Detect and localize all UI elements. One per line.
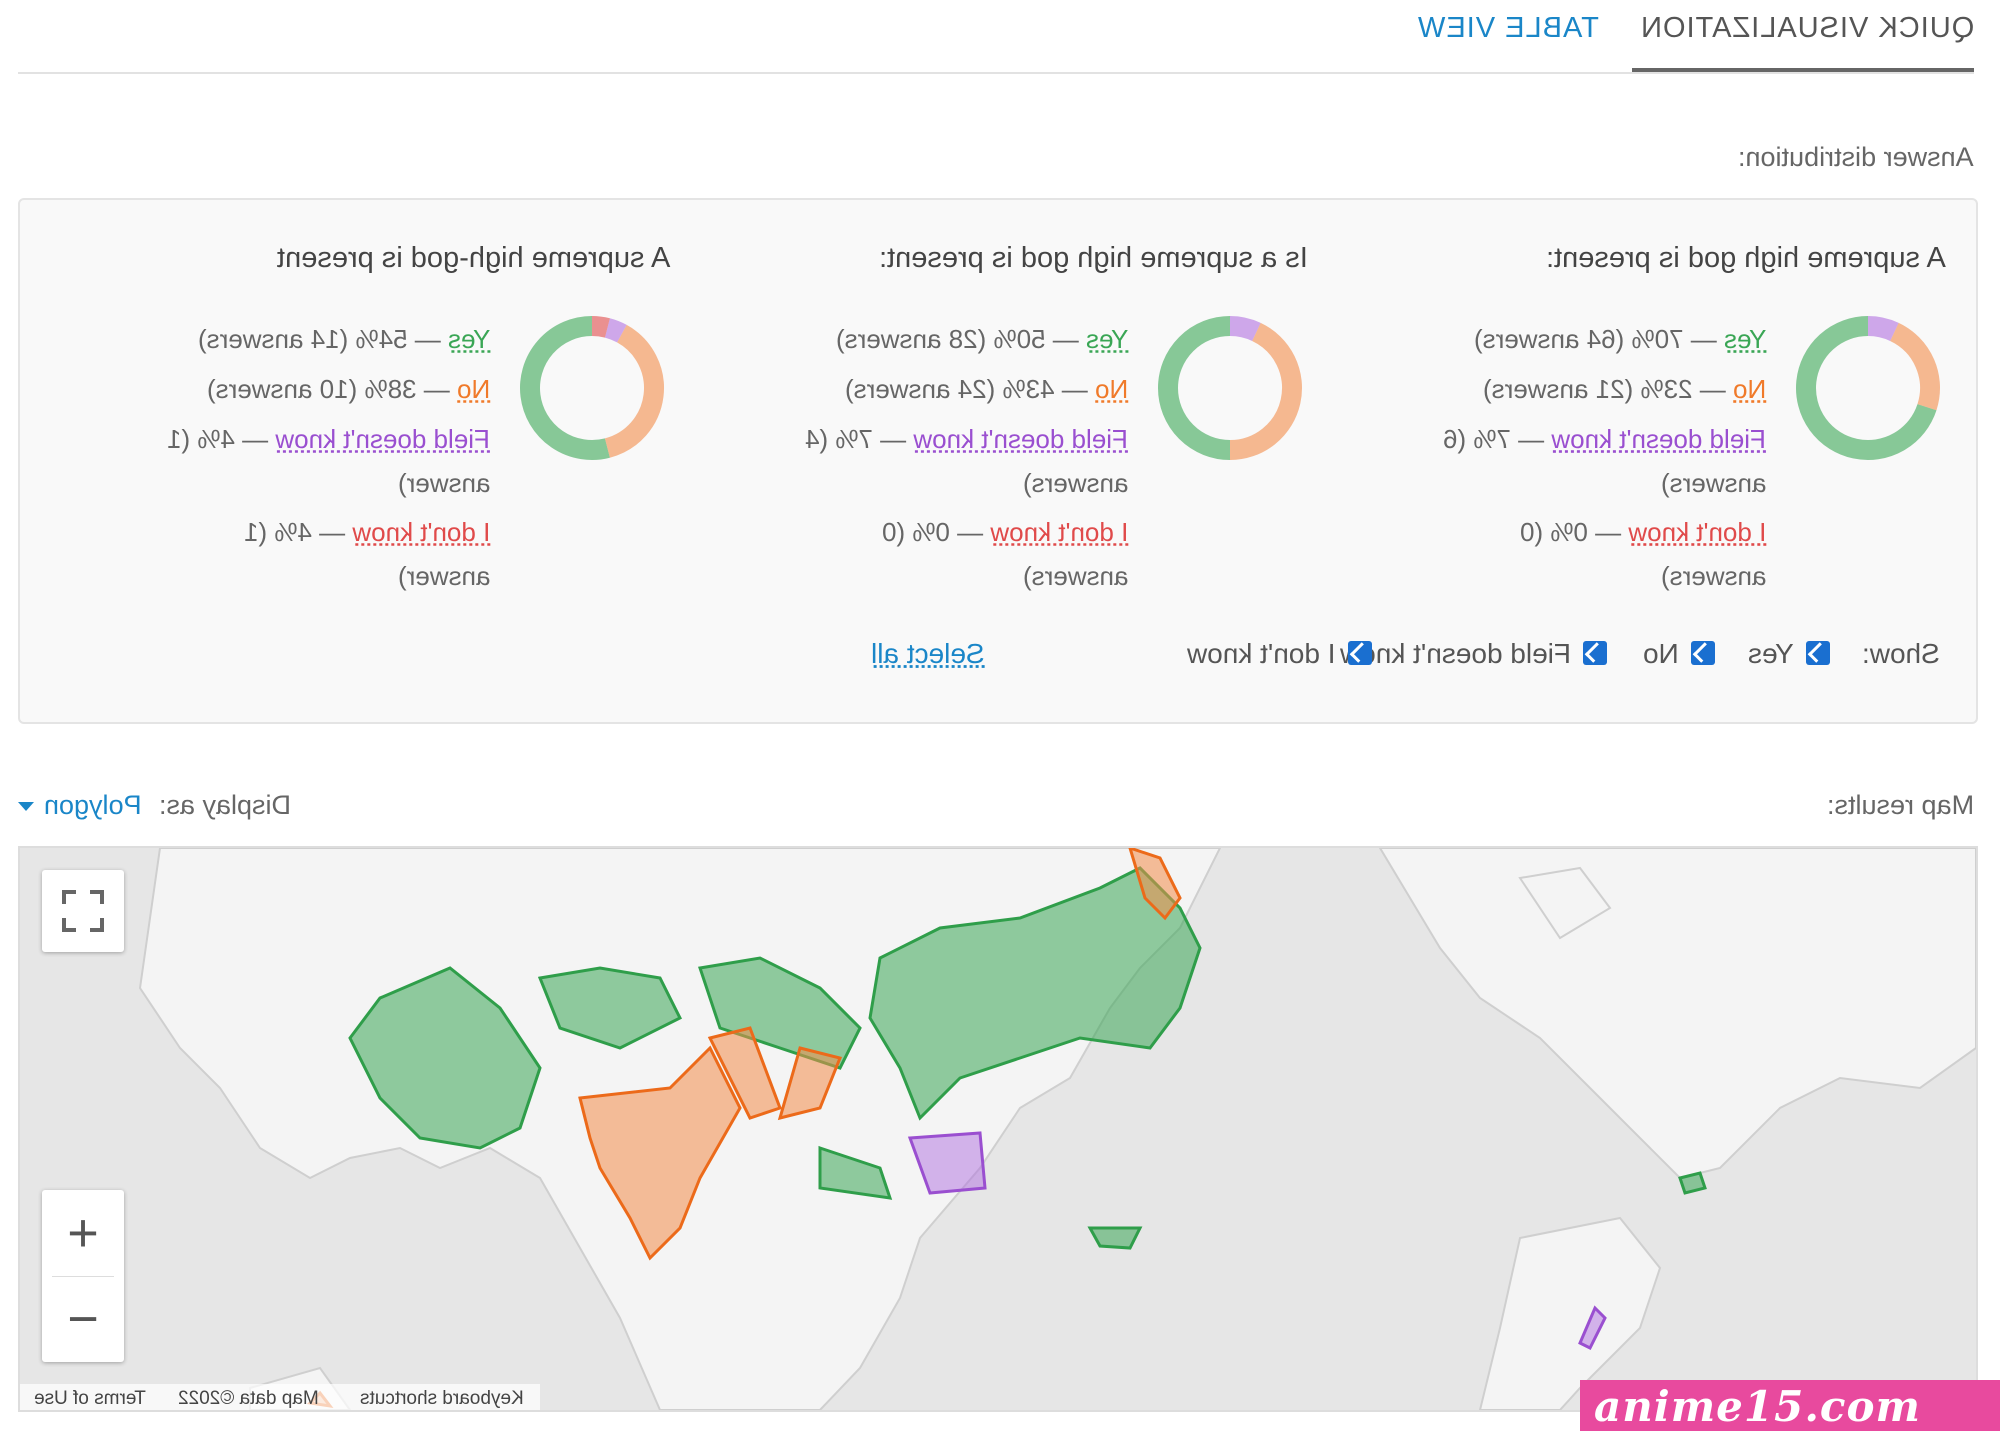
question-title: Is a supreme high god is present:: [879, 242, 1308, 274]
tab-table-view[interactable]: TABLE VIEW: [1417, 12, 1599, 45]
question-card: A supreme high god is present: Yes — 70% …: [1326, 230, 1946, 591]
donut-slice[interactable]: [1229, 322, 1302, 460]
display-as-label: Display as:: [159, 790, 292, 820]
legend-line: No — 43% (24 answers): [844, 374, 1128, 404]
map-attribution: Terms of Use Map data ©2022 Keyboard sho…: [20, 1384, 540, 1410]
caret-down-icon: [18, 802, 34, 812]
active-tab-indicator: [1632, 68, 1974, 72]
legend-key[interactable]: No: [1095, 374, 1128, 404]
display-as-control[interactable]: Polygon Display as:: [18, 790, 291, 821]
legend-key[interactable]: Yes: [448, 324, 490, 354]
legend-line: No — 23% (21 answers): [1482, 374, 1766, 404]
map-canvas[interactable]: [20, 848, 1976, 1410]
answer-distribution-label: Answer distribution:: [1738, 142, 1974, 172]
legend-line: answers): [1660, 468, 1766, 498]
show-filter-bar: Show: Yes No Field doesn't know I don't …: [871, 638, 1940, 670]
donut-slice[interactable]: [1229, 316, 1261, 342]
answer-donut-chart: [1158, 316, 1302, 460]
show-label: Show:: [1862, 638, 1940, 669]
question-title: A supreme high-god is present: [276, 242, 670, 274]
tab-table-label: TABLE VIEW: [1417, 12, 1599, 44]
legend-key[interactable]: Yes: [1724, 324, 1766, 354]
zoom-control: + −: [42, 1190, 124, 1362]
legend-line: Yes — 54% (14 answers): [197, 324, 490, 354]
map-results-label: Map results:: [1826, 790, 1974, 820]
legend-key[interactable]: Field doesn't know: [275, 424, 490, 454]
tab-quick-visualization[interactable]: QUICK VISUALIZATION: [1640, 12, 1974, 45]
zoom-out-button[interactable]: −: [42, 1276, 124, 1362]
legend-line: Yes — 70% (64 answers): [1473, 324, 1766, 354]
map-view[interactable]: + − Terms of Use Map data ©2022 Keyboard…: [18, 846, 1978, 1412]
checkbox-field-doesnt-know[interactable]: [1583, 641, 1607, 665]
donut-slice[interactable]: [520, 316, 610, 460]
donut-slice[interactable]: [1889, 322, 1940, 411]
legend-line: answers): [1022, 561, 1128, 591]
legend-line: I don't know — 0% (0: [881, 517, 1128, 547]
donut-slice[interactable]: [604, 318, 627, 343]
legend-line: No — 38% (10 answers): [206, 374, 490, 404]
legend-key[interactable]: No: [1733, 374, 1766, 404]
fullscreen-icon: [62, 890, 104, 932]
checkbox-i-dont-know[interactable]: [1348, 641, 1372, 665]
checkbox-no[interactable]: [1691, 641, 1715, 665]
donut-slice[interactable]: [1158, 316, 1231, 460]
question-title: A supreme high god is present:: [1546, 242, 1946, 274]
legend-key[interactable]: I don't know: [990, 517, 1128, 547]
legend-line: answer): [397, 561, 490, 591]
legend-key[interactable]: Yes: [1086, 324, 1128, 354]
legend-key[interactable]: No: [457, 374, 490, 404]
legend-line: answer): [397, 468, 490, 498]
legend-line: answers): [1660, 561, 1766, 591]
legend-line: I don't know — 4% (1: [243, 517, 490, 547]
donut-slice[interactable]: [591, 316, 610, 338]
legend-line: Yes — 50% (28 answers): [835, 324, 1128, 354]
watermark-logo: anime15.com: [1580, 1380, 2000, 1431]
legend-line: Field doesn't know — 7% (4: [805, 424, 1128, 454]
plus-icon: +: [67, 1203, 99, 1263]
answer-donut-chart: [520, 316, 664, 460]
select-all-link[interactable]: Select all: [871, 638, 985, 670]
legend-key[interactable]: I don't know: [352, 517, 490, 547]
legend-key[interactable]: I don't know: [1628, 517, 1766, 547]
fullscreen-button[interactable]: [42, 870, 124, 952]
answer-donut-chart: [1796, 316, 1940, 460]
legend-key[interactable]: Field doesn't know: [1551, 424, 1766, 454]
distribution-panel: A supreme high god is present: Yes — 70% …: [18, 198, 1978, 724]
checkbox-yes[interactable]: [1806, 641, 1830, 665]
legend-line: answers): [1022, 468, 1128, 498]
tab-bar: QUICK VISUALIZATION TABLE VIEW: [18, 0, 1974, 74]
question-card: A supreme high-god is present Yes — 54% (…: [50, 230, 670, 591]
legend-line: Field doesn't know — 4% (1: [167, 424, 490, 454]
tab-quick-label: QUICK VISUALIZATION: [1639, 12, 1974, 44]
zoom-in-button[interactable]: +: [42, 1190, 124, 1276]
legend-line: I don't know — 0% (0: [1519, 517, 1766, 547]
minus-icon: −: [67, 1289, 99, 1349]
legend-line: Field doesn't know — 7% (6: [1443, 424, 1766, 454]
field-doesnt-know-polygons: [907, 1131, 1607, 1351]
donut-slice[interactable]: [1867, 316, 1899, 342]
legend-key[interactable]: Field doesn't know: [913, 424, 1128, 454]
question-card: Is a supreme high god is present: Yes — 5…: [688, 230, 1308, 591]
donut-slice[interactable]: [604, 324, 664, 458]
display-as-value[interactable]: Polygon: [44, 790, 142, 821]
